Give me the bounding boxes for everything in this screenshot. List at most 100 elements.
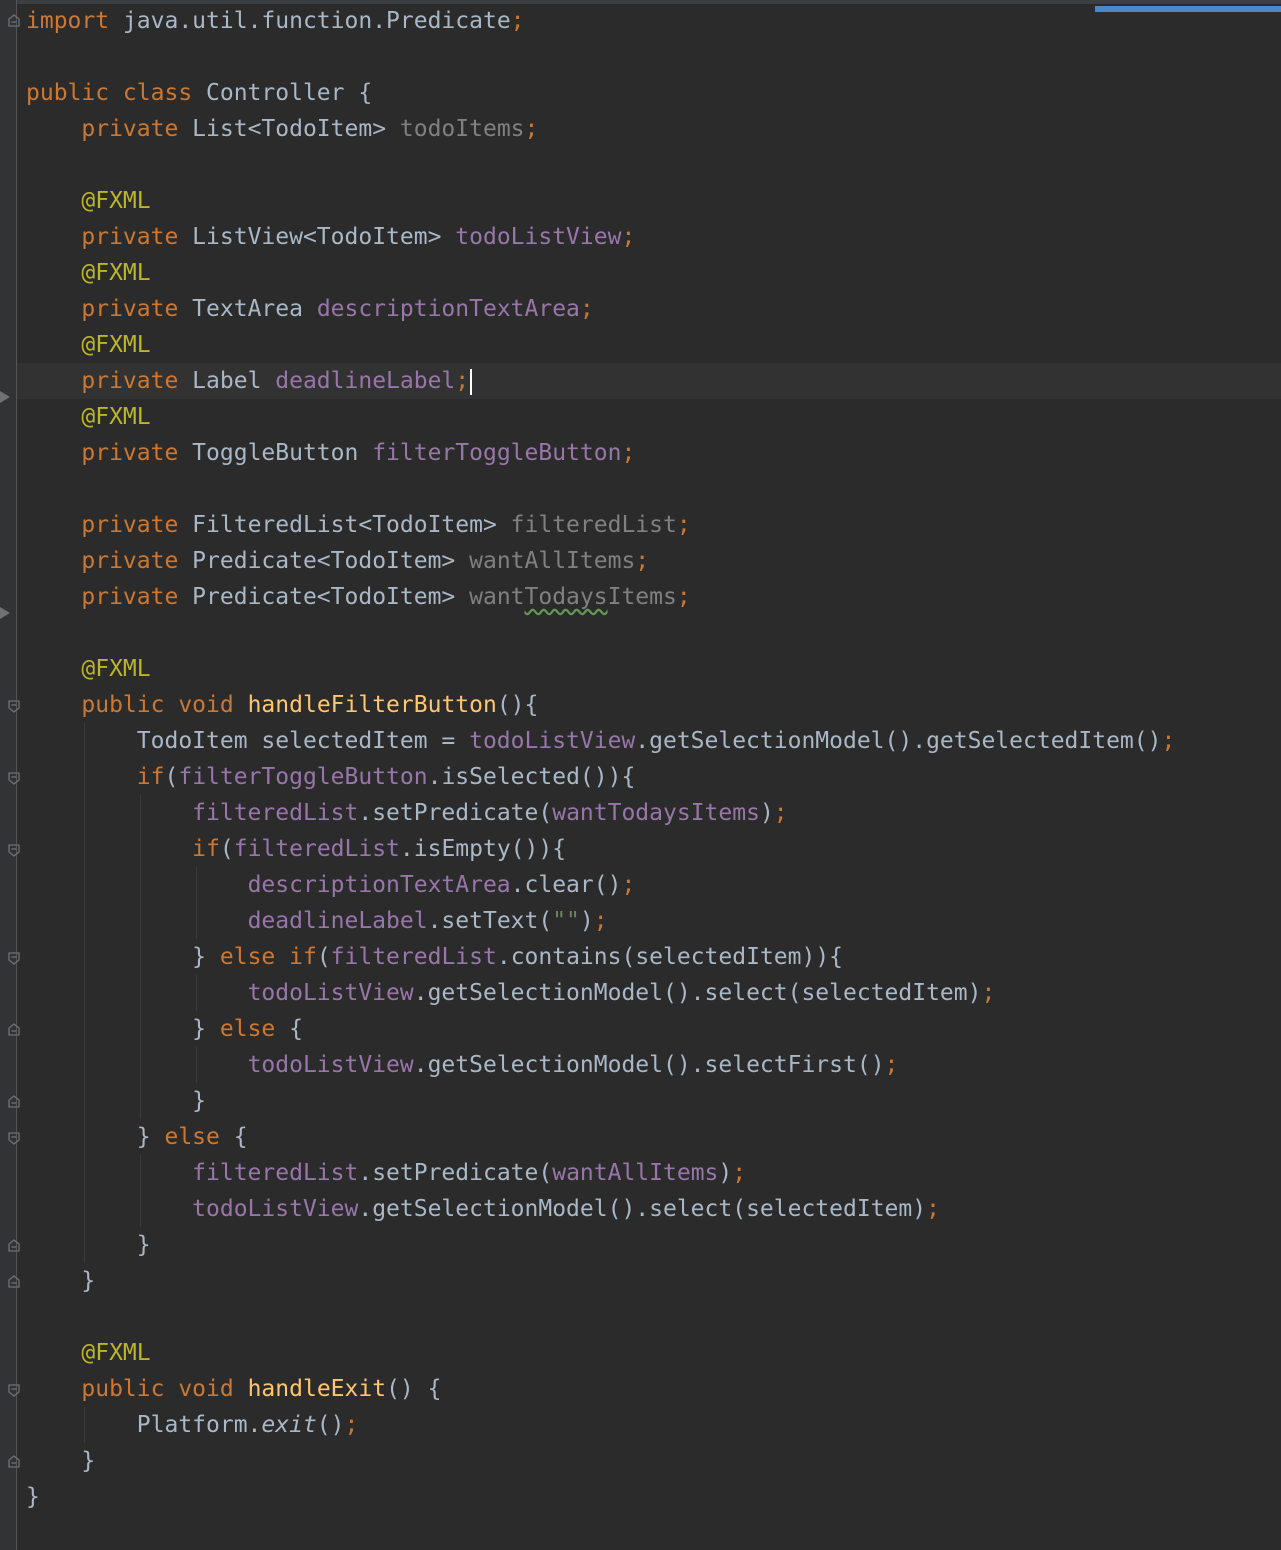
fold-marker-icon[interactable] (7, 843, 21, 857)
code-line[interactable]: } (26, 1443, 1175, 1479)
code-line[interactable] (26, 1299, 1175, 1335)
fold-marker-icon[interactable] (7, 1239, 21, 1253)
code-line[interactable]: @FXML (26, 327, 1175, 363)
code-line[interactable]: descriptionTextArea.clear(); (26, 867, 1175, 903)
fold-marker-icon[interactable] (7, 1455, 21, 1469)
code-token: .setPredicate( (358, 1160, 553, 1186)
code-token: todoListView (469, 728, 636, 754)
code-token: .isEmpty()){ (399, 836, 567, 862)
code-token: ToggleButton (178, 440, 373, 466)
gutter-arrow-icon[interactable] (0, 607, 10, 619)
code-line[interactable]: public class Controller { (26, 75, 1175, 111)
code-token: ; (676, 512, 691, 538)
code-line[interactable]: private Predicate<TodoItem> wantAllItems… (26, 543, 1175, 579)
code-line[interactable]: filteredList.setPredicate(wantAllItems); (26, 1155, 1175, 1191)
code-token: .getSelectionModel().getSelectedItem() (635, 728, 1162, 754)
code-line[interactable]: filteredList.setPredicate(wantTodaysItem… (26, 795, 1175, 831)
code-line[interactable]: } (26, 1263, 1175, 1299)
code-token: handleFilterButton (247, 692, 497, 718)
code-line[interactable]: if(filteredList.isEmpty()){ (26, 831, 1175, 867)
fold-marker-icon[interactable] (7, 1131, 21, 1145)
code-line[interactable]: todoListView.getSelectionModel().select(… (26, 1191, 1175, 1227)
code-token: } (26, 1088, 207, 1114)
code-line[interactable]: } (26, 1227, 1175, 1263)
code-line[interactable]: if(filterToggleButton.isSelected()){ (26, 759, 1175, 795)
code-token: ) (759, 800, 774, 826)
code-line[interactable]: public void handleExit() { (26, 1371, 1175, 1407)
code-line[interactable] (26, 615, 1175, 651)
code-line[interactable]: @FXML (26, 1335, 1175, 1371)
fold-marker-icon[interactable] (7, 699, 21, 713)
code-line[interactable]: } (26, 1083, 1175, 1119)
code-token: filteredList (192, 1160, 359, 1186)
code-line[interactable]: @FXML (26, 255, 1175, 291)
code-token: todoListView (455, 224, 622, 250)
code-token: ; (524, 116, 539, 142)
code-token: private (81, 224, 179, 250)
fold-marker-icon[interactable] (7, 1023, 21, 1037)
code-token: .isSelected()){ (427, 764, 636, 790)
code-line[interactable]: TodoItem selectedItem = todoListView.get… (26, 723, 1176, 759)
code-line[interactable]: Platform.exit(); (26, 1407, 1175, 1443)
code-line[interactable]: } (26, 1479, 1175, 1515)
fold-marker-icon[interactable] (7, 1383, 21, 1397)
code-line[interactable]: } else { (26, 1119, 1175, 1155)
code-token: @FXML (81, 188, 151, 214)
code-line[interactable]: private Predicate<TodoItem> wantTodaysIt… (26, 579, 1175, 615)
code-line[interactable] (26, 471, 1175, 507)
fold-marker-icon[interactable] (7, 14, 21, 28)
code-token: deadlineLabel (275, 368, 456, 394)
code-line[interactable]: private List<TodoItem> todoItems; (26, 111, 1175, 147)
fold-marker-icon[interactable] (7, 1095, 21, 1109)
code-line[interactable]: } else if(filteredList.contains(selected… (26, 939, 1175, 975)
fold-marker-icon[interactable] (7, 1275, 21, 1289)
code-token: filteredList (330, 944, 497, 970)
code-line[interactable]: } else { (26, 1011, 1175, 1047)
code-line[interactable]: public void handleFilterButton(){ (26, 687, 1175, 723)
code-line[interactable] (26, 39, 1175, 75)
code-editor[interactable]: import java.util.function.Predicate; publ… (0, 0, 1281, 1550)
code-token: todoListView (247, 980, 414, 1006)
code-line[interactable] (26, 147, 1175, 183)
code-token: private (81, 296, 179, 322)
code-line[interactable]: @FXML (26, 183, 1175, 219)
code-line[interactable]: private ListView<TodoItem> todoListView; (26, 219, 1175, 255)
code-token: wantTodaysItems (552, 800, 760, 826)
code-line[interactable]: todoListView.getSelectionModel().select(… (26, 975, 1175, 1011)
code-line[interactable]: private TextArea descriptionTextArea; (26, 291, 1175, 327)
code-token: } (26, 1448, 96, 1474)
code-token: private (81, 116, 179, 142)
code-line[interactable]: todoListView.getSelectionModel().selectF… (26, 1047, 1175, 1083)
code-line[interactable]: private Label deadlineLabel; (26, 363, 1175, 399)
fold-marker-icon[interactable] (7, 771, 21, 785)
gutter-arrow-icon[interactable] (0, 391, 10, 403)
code-line[interactable]: import java.util.function.Predicate; (26, 3, 1175, 39)
code-lines[interactable]: import java.util.function.Predicate; publ… (26, 3, 1175, 1515)
code-token: ; (732, 1160, 747, 1186)
code-token: ) (718, 1160, 733, 1186)
code-token: Predicate<TodoItem> (178, 584, 470, 610)
code-token: ( (164, 764, 179, 790)
code-line[interactable]: private ToggleButton filterToggleButton; (26, 435, 1175, 471)
code-line[interactable]: deadlineLabel.setText(""); (26, 903, 1175, 939)
code-token: ListView<TodoItem> (178, 224, 456, 250)
code-token: Items (607, 584, 677, 610)
code-line[interactable]: private FilteredList<TodoItem> filteredL… (26, 507, 1175, 543)
code-token: } (26, 944, 220, 970)
code-line[interactable]: @FXML (26, 399, 1175, 435)
fold-marker-icon[interactable] (7, 951, 21, 965)
code-token: .getSelectionModel().selectFirst() (413, 1052, 885, 1078)
code-line[interactable]: @FXML (26, 651, 1175, 687)
